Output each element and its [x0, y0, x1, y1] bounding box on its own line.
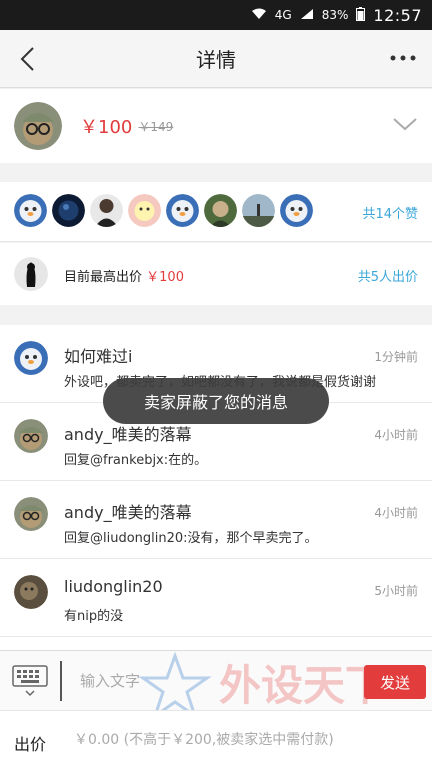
commenter-name[interactable]: liudonglin20	[64, 577, 163, 596]
comment-text: 回复@liudonglin20:没有，那个早卖完了。	[64, 531, 318, 546]
network-type: 4G	[274, 8, 292, 22]
status-bar: 4G 83% 12:57	[0, 0, 432, 30]
highest-bid-label: 目前最高出价	[64, 270, 143, 285]
battery-icon	[356, 7, 366, 23]
battery-level: 83%	[321, 8, 349, 22]
send-button[interactable]: 发送	[364, 665, 426, 699]
commenter-name[interactable]: andy_唯美的落幕	[64, 499, 192, 523]
highest-bid-price: ￥100	[146, 270, 184, 285]
bid-amount-input[interactable]	[74, 723, 424, 757]
comment-input-bar: 发送	[0, 650, 432, 710]
clock: 12:57	[373, 5, 422, 25]
comment-text: 有nip的没	[64, 609, 124, 624]
bid-count-link[interactable]: 共5人出价	[358, 266, 418, 285]
highest-bid-text: 目前最高出价 ￥100	[64, 266, 184, 285]
comment-time: 4小时前	[374, 506, 418, 520]
like-avatar[interactable]	[14, 194, 47, 227]
chevron-left-icon[interactable]	[14, 44, 44, 74]
like-avatar[interactable]	[242, 194, 275, 227]
commenter-avatar[interactable]	[14, 419, 48, 453]
likes-count-link[interactable]: 共14个赞	[362, 203, 418, 222]
screen: 4G 83% 12:57 详情 ￥100 ￥149 共14个赞 目前最高出价 ￥…	[0, 0, 432, 768]
original-price: ￥149	[138, 119, 174, 134]
more-dots-icon[interactable]	[386, 48, 420, 68]
product-summary[interactable]: ￥100 ￥149	[0, 89, 432, 163]
like-avatar[interactable]	[280, 194, 313, 227]
comment-list: 如何难过i 1分钟前 外设吧，都卖完了，如吧都没有了，我说都是假货谢谢 andy…	[0, 325, 432, 650]
comment-input[interactable]	[60, 661, 360, 701]
wifi-icon	[251, 8, 267, 22]
like-avatar[interactable]	[90, 194, 123, 227]
like-avatar[interactable]	[166, 194, 199, 227]
page-title: 详情	[196, 48, 236, 72]
commenter-name[interactable]: 如何难过i	[64, 343, 132, 367]
like-avatar[interactable]	[128, 194, 161, 227]
highest-bid-row[interactable]: 目前最高出价 ￥100 共5人出价	[0, 243, 432, 305]
bid-input-bar: 出价	[0, 710, 432, 768]
commenter-avatar[interactable]	[14, 497, 48, 531]
bid-label: 出价	[14, 735, 47, 754]
commenter-name[interactable]: andy_唯美的落幕	[64, 421, 192, 445]
keyboard-icon[interactable]	[10, 663, 50, 699]
comment-item[interactable]: liudonglin20 5小时前 有nip的没	[0, 559, 432, 637]
comment-time: 1分钟前	[374, 350, 418, 364]
comment-text: 回复@frankebjx:在的。	[64, 453, 208, 468]
like-avatar-list	[14, 194, 313, 227]
current-price: ￥100	[80, 117, 133, 138]
signal-icon	[300, 8, 314, 22]
comment-time: 5小时前	[374, 584, 418, 598]
seller-avatar[interactable]	[14, 102, 62, 150]
comment-time: 4小时前	[374, 428, 418, 442]
comment-item[interactable]: andy_唯美的落幕 4小时前 回复@liudonglin20:没有，那个早卖完…	[0, 481, 432, 559]
like-avatar[interactable]	[204, 194, 237, 227]
commenter-avatar[interactable]	[14, 575, 48, 609]
like-avatar[interactable]	[52, 194, 85, 227]
likes-row[interactable]: 共14个赞	[0, 182, 432, 242]
commenter-avatar[interactable]	[14, 341, 48, 375]
blocked-toast: 卖家屏蔽了您的消息	[103, 378, 329, 424]
chevron-down-icon[interactable]	[392, 113, 418, 135]
bidder-avatar[interactable]	[14, 257, 48, 291]
top-nav-bar: 详情	[0, 30, 432, 88]
